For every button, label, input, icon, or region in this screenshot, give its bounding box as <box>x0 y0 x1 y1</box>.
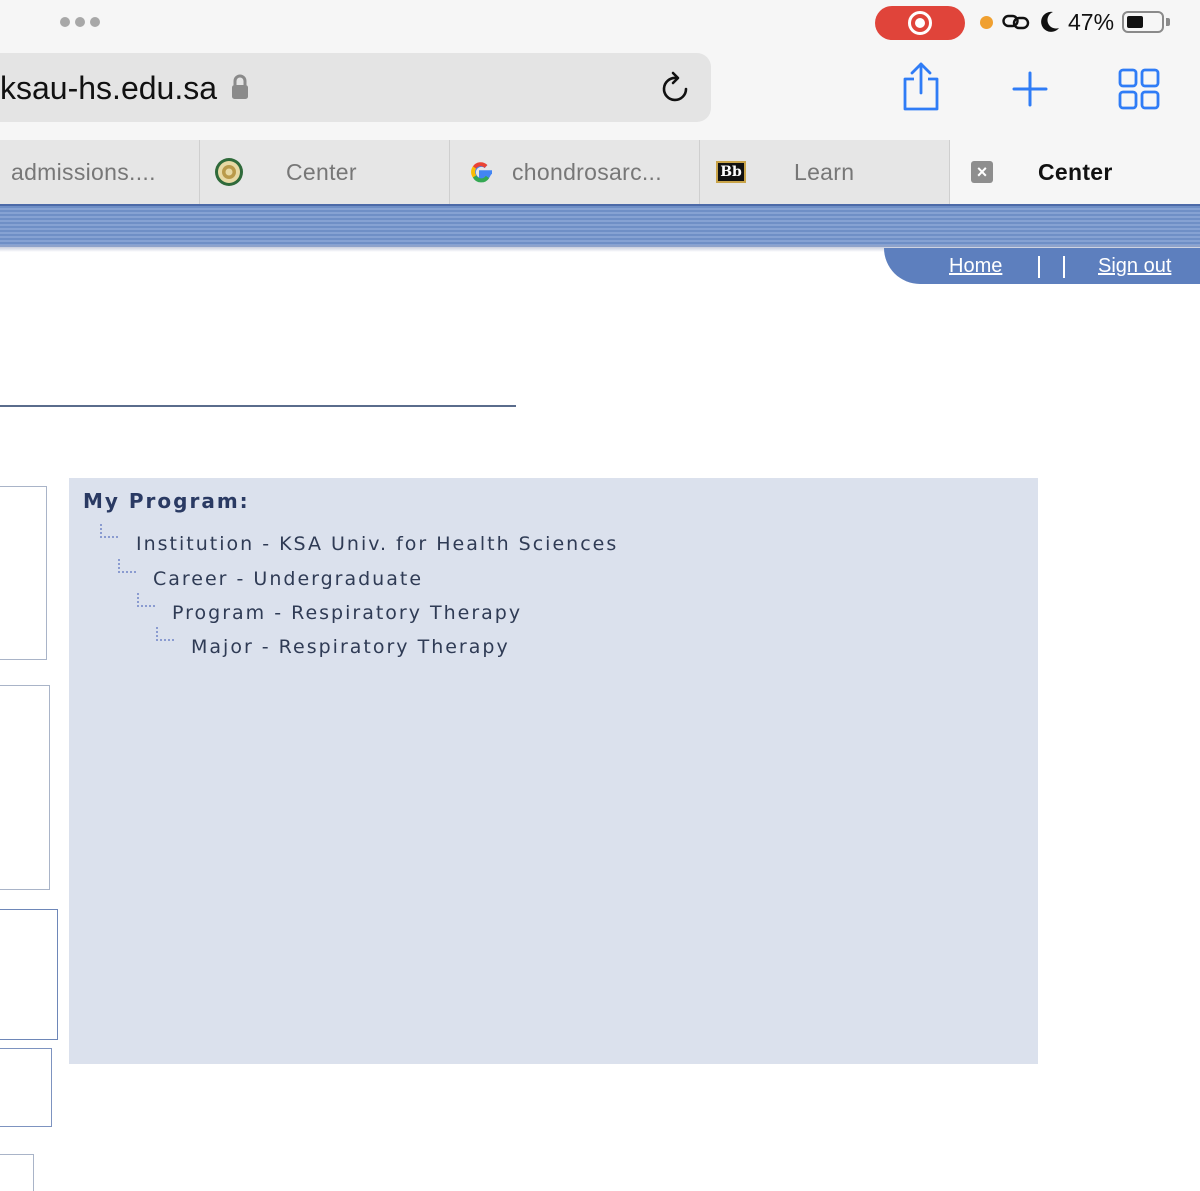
google-icon <box>471 162 492 183</box>
new-tab-plus-icon[interactable] <box>1011 70 1049 108</box>
moon-icon <box>1041 11 1059 32</box>
side-panel-box <box>0 486 47 660</box>
side-panel-box <box>0 685 50 890</box>
multitasking-dots-icon[interactable] <box>60 17 100 27</box>
my-program-panel: My Program: Institution - KSA Univ. for … <box>69 478 1038 1064</box>
tab-blackboard-learn[interactable]: Bb Learn <box>700 140 950 204</box>
url-text[interactable]: ksau-hs.edu.sa <box>0 70 217 107</box>
browser-window: 47% ksau-hs.edu.sa admissions.... Center… <box>0 0 1200 1191</box>
tree-connector <box>156 627 174 641</box>
sign-out-link[interactable]: Sign out <box>1098 255 1171 278</box>
lock-icon <box>232 74 248 99</box>
link-icon <box>1002 14 1030 30</box>
tree-connector <box>137 593 155 607</box>
tab-label: chondrosarc... <box>512 159 662 185</box>
tab-label: Learn <box>794 159 855 185</box>
blackboard-icon: Bb <box>716 161 746 183</box>
tree-connector <box>100 524 118 538</box>
tab-center[interactable]: Center <box>200 140 450 204</box>
program-title: My Program: <box>83 489 250 513</box>
home-link[interactable]: Home <box>949 255 1002 278</box>
share-icon[interactable] <box>900 62 942 112</box>
battery-icon <box>1122 11 1164 33</box>
tree-item-program: Program - Respiratory Therapy <box>172 602 523 624</box>
divider-line <box>0 405 516 407</box>
tab-center-active[interactable]: × Center <box>950 140 1200 204</box>
battery-percent: 47% <box>1068 9 1115 35</box>
nav-separator <box>1038 256 1040 278</box>
microphone-indicator-icon <box>980 16 993 29</box>
tab-admissions[interactable]: admissions.... <box>0 140 200 204</box>
side-panel-box <box>0 1154 34 1191</box>
tab-label: admissions.... <box>11 159 156 185</box>
tab-overview-icon[interactable] <box>1118 68 1160 110</box>
nav-separator <box>1063 256 1065 278</box>
screen-recording-indicator[interactable] <box>875 6 965 40</box>
tree-item-institution: Institution - KSA Univ. for Health Scien… <box>136 533 619 555</box>
battery-tip <box>1166 18 1170 26</box>
record-icon <box>908 11 932 35</box>
university-seal-icon <box>215 158 243 186</box>
reload-icon[interactable] <box>659 70 693 106</box>
tree-connector <box>118 559 136 573</box>
tab-google-search[interactable]: chondrosarc... <box>450 140 700 204</box>
site-header-band <box>0 204 1200 247</box>
tree-item-major: Major - Respiratory Therapy <box>191 636 510 658</box>
tree-item-career: Career - Undergraduate <box>153 568 424 590</box>
tab-label: Center <box>286 159 357 185</box>
tab-label: Center <box>1038 159 1113 185</box>
side-panel-box <box>0 909 58 1040</box>
side-panel-box <box>0 1048 52 1127</box>
close-tab-icon[interactable]: × <box>971 161 993 183</box>
